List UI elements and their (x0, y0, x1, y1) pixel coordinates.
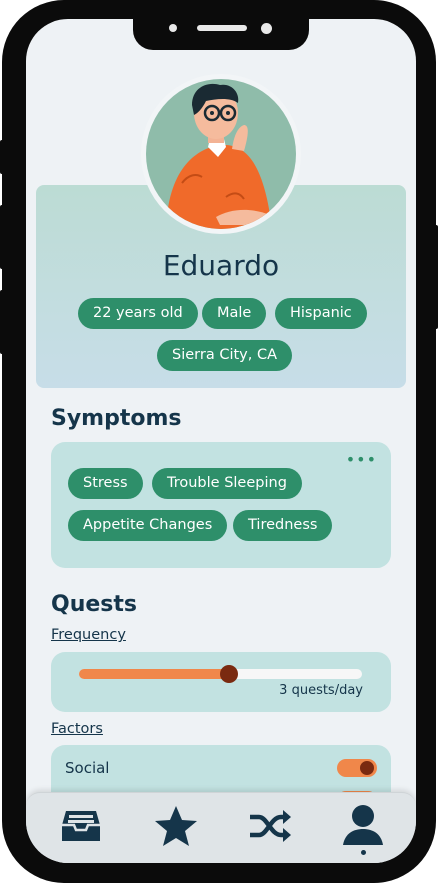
profile-icon[interactable] (340, 803, 386, 849)
tag-location: Sierra City, CA (157, 340, 292, 371)
profile-name: Eduardo (162, 249, 280, 282)
symptoms-panel: ••• Stress Trouble Sleeping Appetite Cha… (51, 442, 391, 568)
avatar-illustration (166, 83, 272, 229)
frequency-slider[interactable] (79, 665, 362, 683)
more-dots-icon[interactable]: ••• (346, 450, 377, 469)
sensor-icon (261, 23, 272, 34)
symptom-tag[interactable]: Appetite Changes (68, 510, 228, 541)
frequency-label: Frequency (51, 627, 126, 643)
inbox-icon[interactable] (58, 803, 104, 849)
phone-notch (133, 19, 309, 50)
toggle-knob (360, 761, 374, 775)
star-icon[interactable] (153, 803, 199, 849)
quests-title: Quests (51, 592, 137, 617)
tag-age: 22 years old (78, 298, 198, 329)
tag-gender: Male (202, 298, 267, 329)
symptom-tag[interactable]: Trouble Sleeping (152, 468, 302, 499)
frequency-panel: 3 quests/day (51, 652, 391, 712)
tag-ethnicity: Hispanic (275, 298, 367, 329)
app-screen: Eduardo 22 years old Male Hispanic Sierr… (26, 19, 416, 863)
phone-frame: Eduardo 22 years old Male Hispanic Sierr… (2, 0, 436, 883)
factor-label-social: Social (65, 759, 110, 777)
symptom-tag[interactable]: Tiredness (233, 510, 333, 541)
factor-toggle-social[interactable] (337, 759, 377, 777)
shuffle-icon[interactable] (247, 803, 293, 849)
frequency-slider-thumb[interactable] (219, 665, 238, 683)
front-camera-icon (169, 24, 177, 32)
factors-label: Factors (51, 721, 103, 737)
speaker-grille (197, 25, 247, 31)
active-nav-indicator (361, 850, 366, 855)
symptoms-title: Symptoms (51, 406, 182, 431)
symptom-tag[interactable]: Stress (68, 468, 143, 499)
frequency-slider-fill (79, 669, 229, 679)
avatar[interactable] (146, 79, 296, 229)
frequency-value: 3 quests/day (279, 683, 363, 698)
bottom-nav (26, 792, 416, 863)
